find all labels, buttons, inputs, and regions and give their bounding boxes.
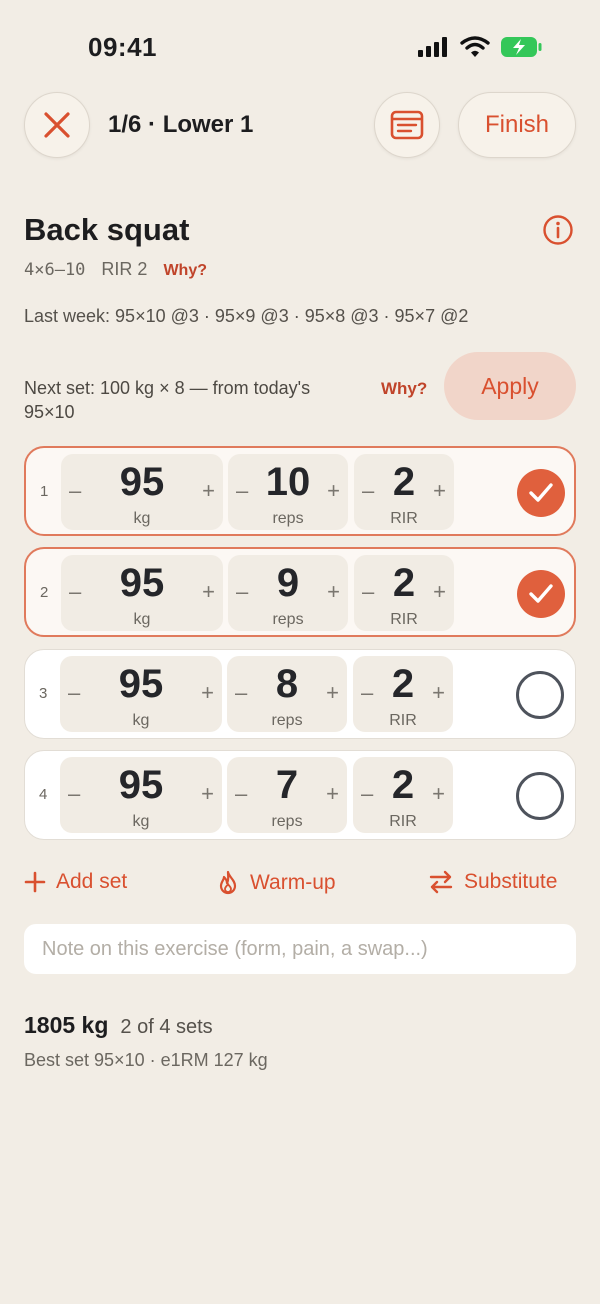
set-complete-checkbox[interactable]: [517, 570, 565, 618]
set-row: 3 – 95 + kg – 8 + reps – 2 + RIR: [24, 649, 576, 739]
exercise-summary: 1805 kg 2 of 4 sets: [24, 1012, 213, 1039]
notes-icon: [390, 110, 424, 140]
exercise-actions: Add set Warm-up Substitute: [24, 870, 576, 902]
weight-unit: kg: [133, 510, 151, 527]
weight-unit: kg: [132, 813, 150, 830]
cellular-signal-icon: [418, 37, 447, 57]
set-number: 3: [39, 685, 48, 702]
weight-stepper: – 95 + kg: [61, 555, 223, 631]
set-complete-checkbox[interactable]: [517, 469, 565, 517]
reps-stepper: – 7 + reps: [227, 757, 347, 833]
rir-unit: RIR: [389, 712, 417, 729]
exercise-name: Back squat: [24, 212, 190, 247]
rir-unit: RIR: [390, 611, 418, 628]
reps-increment-button[interactable]: +: [327, 579, 340, 605]
flame-icon: [219, 870, 237, 895]
swap-arrows-icon: [429, 870, 453, 894]
weight-value[interactable]: 95: [60, 662, 222, 707]
best-set-summary: Best set 95×10 · e1RM 127 kg: [24, 1050, 268, 1070]
next-set-suggestion: Next set: 100 kg × 8 — from today's 95×1…: [24, 378, 311, 422]
reps-increment-button[interactable]: +: [326, 781, 339, 807]
weight-stepper: – 95 + kg: [60, 656, 222, 732]
target-rir: RIR 2: [101, 259, 148, 279]
last-week-summary: Last week: 95×10 @3 · 95×9 @3 · 95×8 @3 …: [24, 306, 469, 326]
reps-stepper: – 9 + reps: [228, 555, 348, 631]
set-number: 4: [39, 786, 48, 803]
weight-unit: kg: [132, 712, 150, 729]
weight-value[interactable]: 95: [60, 763, 222, 808]
close-button[interactable]: [24, 92, 90, 158]
set-row: 1 – 95 + kg – 10 + reps – 2 + RIR: [24, 446, 576, 536]
sets-progress: 2 of 4 sets: [120, 1016, 213, 1038]
info-icon[interactable]: [542, 214, 574, 246]
rir-stepper: – 2 + RIR: [354, 555, 454, 631]
reps-unit: reps: [271, 712, 303, 729]
weight-value[interactable]: 95: [61, 561, 223, 606]
weight-increment-button[interactable]: +: [201, 680, 214, 706]
suggestion-why-link[interactable]: Why?: [381, 379, 427, 399]
weight-increment-button[interactable]: +: [202, 579, 215, 605]
set-complete-checkbox[interactable]: [516, 772, 564, 820]
warm-up-button[interactable]: Warm-up: [216, 870, 336, 896]
checkmark-icon: [529, 483, 553, 502]
weight-stepper: – 95 + kg: [60, 757, 222, 833]
close-icon: [44, 112, 70, 138]
reps-unit: reps: [272, 611, 304, 628]
finish-button[interactable]: Finish: [458, 92, 576, 158]
reps-stepper: – 8 + reps: [227, 656, 347, 732]
workout-notes-button[interactable]: [374, 92, 440, 158]
set-row: 4 – 95 + kg – 7 + reps – 2 + RIR: [24, 750, 576, 840]
rir-increment-button[interactable]: +: [432, 680, 445, 706]
workout-title: 1/6 · Lower 1: [108, 111, 254, 138]
weight-unit: kg: [133, 611, 151, 628]
rir-unit: RIR: [390, 510, 418, 527]
wifi-icon: [460, 36, 490, 57]
battery-charging-icon: [501, 37, 542, 57]
rir-unit: RIR: [389, 813, 417, 830]
warm-up-label: Warm-up: [250, 871, 336, 894]
set-scheme: 4×6–10: [24, 260, 86, 280]
checkmark-icon: [529, 584, 553, 603]
reps-increment-button[interactable]: +: [326, 680, 339, 706]
rir-increment-button[interactable]: +: [433, 579, 446, 605]
add-set-label: Add set: [56, 870, 128, 893]
weight-stepper: – 95 + kg: [61, 454, 223, 530]
rir-stepper: – 2 + RIR: [353, 757, 453, 833]
substitute-label: Substitute: [464, 870, 558, 893]
total-volume: 1805 kg: [24, 1012, 109, 1038]
status-time: 09:41: [88, 32, 157, 62]
apply-button[interactable]: Apply: [444, 352, 576, 420]
rir-increment-button[interactable]: +: [432, 781, 445, 807]
set-number: 2: [40, 584, 49, 601]
weight-increment-button[interactable]: +: [202, 478, 215, 504]
set-complete-checkbox[interactable]: [516, 671, 564, 719]
exercise-prescription: 4×6–10 RIR 2 Why?: [24, 259, 207, 280]
exercise-note-input[interactable]: [24, 924, 576, 974]
rir-stepper: – 2 + RIR: [354, 454, 454, 530]
add-set-button[interactable]: Add set: [24, 870, 127, 894]
plus-icon: [24, 871, 46, 893]
set-row: 2 – 95 + kg – 9 + reps – 2 + RIR: [24, 547, 576, 637]
status-icons: [418, 36, 542, 58]
reps-unit: reps: [272, 510, 304, 527]
prescription-why-link[interactable]: Why?: [163, 262, 207, 280]
reps-stepper: – 10 + reps: [228, 454, 348, 530]
weight-increment-button[interactable]: +: [201, 781, 214, 807]
rir-increment-button[interactable]: +: [433, 478, 446, 504]
status-bar: 09:41: [0, 0, 600, 90]
reps-unit: reps: [271, 813, 303, 830]
top-bar: 1/6 · Lower 1 Finish: [24, 92, 576, 160]
rir-stepper: – 2 + RIR: [353, 656, 453, 732]
set-number: 1: [40, 483, 49, 500]
substitute-button[interactable]: Substitute: [428, 870, 557, 894]
weight-value[interactable]: 95: [61, 460, 223, 505]
reps-increment-button[interactable]: +: [327, 478, 340, 504]
